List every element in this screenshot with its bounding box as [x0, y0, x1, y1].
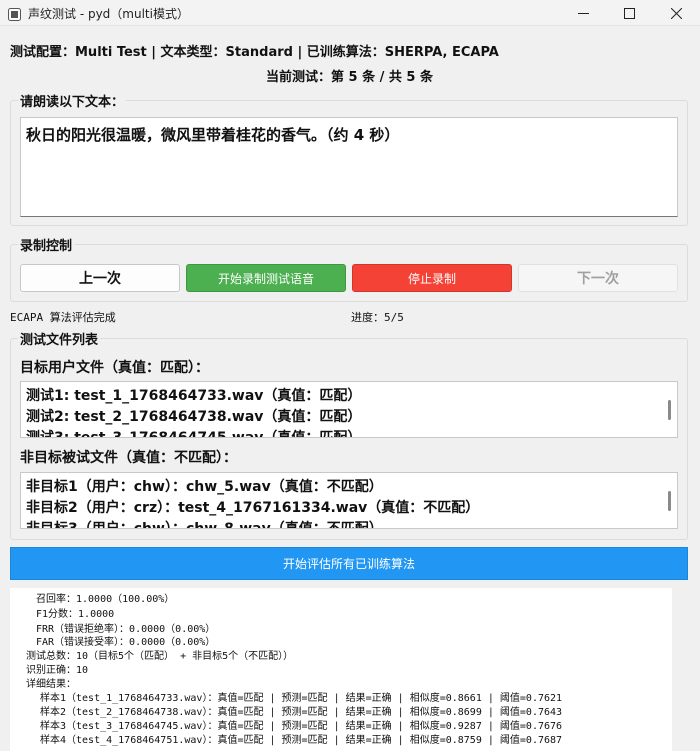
- output-line: 识别正确：10: [26, 665, 89, 676]
- target-files-list[interactable]: 测试1: test_1_1768464733.wav（真值：匹配） 测试2: t…: [20, 381, 678, 438]
- list-item[interactable]: 非目标1（用户：chw）：chw_5.wav（真值：不匹配）: [26, 476, 383, 496]
- nontarget-files-list[interactable]: 非目标1（用户：chw）：chw_5.wav（真值：不匹配） 非目标2（用户：c…: [20, 472, 678, 529]
- maximize-icon: [623, 7, 635, 19]
- list-item[interactable]: 测试3: test_3_1768464745.wav（真值：匹配）: [26, 427, 361, 437]
- maximize-button[interactable]: [606, 0, 652, 26]
- output-line: 样本1（test_1_1768464733.wav）：真值=匹配 | 预测=匹配…: [40, 693, 563, 704]
- list-item[interactable]: 非目标2（用户：crz）：test_4_1767161334.wav（真值：不匹…: [26, 497, 479, 517]
- evaluate-all-button[interactable]: 开始评估所有已训练算法: [10, 547, 688, 580]
- close-button[interactable]: [652, 0, 700, 26]
- list-item[interactable]: 测试2: test_2_1768464738.wav（真值：匹配）: [26, 406, 361, 426]
- list-item[interactable]: 非目标3（用户：chw）：chw_8.wav（真值：不匹配）: [26, 518, 383, 528]
- output-line: 样本4（test_4_1768464751.wav）：真值=匹配 | 预测=匹配…: [40, 735, 563, 746]
- output-line: 召回率：1.0000（100.00%）: [36, 594, 175, 605]
- start-recording-button[interactable]: 开始录制测试语音: [186, 264, 346, 292]
- target-files-label: 目标用户文件（真值：匹配）：: [20, 360, 209, 376]
- current-test-counter: 当前测试：第 5 条 / 共 5 条: [266, 70, 433, 85]
- read-text-box[interactable]: 秋日的阳光很温暖，微风里带着桂花的香气。（约 4 秒）: [20, 117, 678, 217]
- progress-label: 进度：5/5: [351, 311, 404, 324]
- nontarget-files-label: 非目标被试文件（真值：不匹配）：: [20, 450, 237, 466]
- stop-recording-button[interactable]: 停止录制: [352, 264, 512, 292]
- previous-button[interactable]: 上一次: [20, 264, 180, 292]
- output-line: F1分数：1.0000: [36, 609, 115, 620]
- status-message: ECAPA 算法评估完成: [10, 311, 116, 324]
- output-line: 样本2（test_2_1768464738.wav）：真值=匹配 | 预测=匹配…: [40, 707, 563, 718]
- minimize-icon: [577, 12, 589, 14]
- nontarget-list-scrollbar[interactable]: [668, 491, 671, 511]
- test-file-list-group-title: 测试文件列表: [18, 329, 101, 348]
- title-bar: 声纹测试 - pyd（multi模式）: [0, 0, 700, 26]
- output-line: 样本3（test_3_1768464745.wav）：真值=匹配 | 预测=匹配…: [40, 721, 563, 732]
- read-text-group-title: 请朗读以下文本：: [18, 91, 127, 110]
- app-window-icon: [8, 6, 21, 21]
- next-button[interactable]: 下一次: [518, 264, 678, 292]
- test-config-info: 测试配置：Multi Test | 文本类型：Standard | 已训练算法：…: [10, 45, 499, 60]
- output-line: 详细结果：: [26, 679, 76, 690]
- record-control-group-title: 录制控制: [18, 235, 75, 254]
- target-list-scrollbar[interactable]: [668, 400, 671, 420]
- output-line: FAR（错误接受率）：0.0000（0.00%）: [36, 637, 216, 648]
- minimize-button[interactable]: [560, 0, 606, 26]
- read-text: 秋日的阳光很温暖，微风里带着桂花的香气。（约 4 秒）: [26, 126, 400, 144]
- list-item[interactable]: 测试1: test_1_1768464733.wav（真值：匹配）: [26, 385, 361, 405]
- close-icon: [670, 7, 682, 19]
- output-line: 测试总数：10（目标5个（匹配） + 非目标5个（不匹配））: [26, 651, 294, 662]
- results-output[interactable]: 召回率：1.0000（100.00%） F1分数：1.0000 FRR（错误拒绝…: [10, 588, 672, 751]
- window-title: 声纹测试 - pyd（multi模式）: [28, 7, 189, 21]
